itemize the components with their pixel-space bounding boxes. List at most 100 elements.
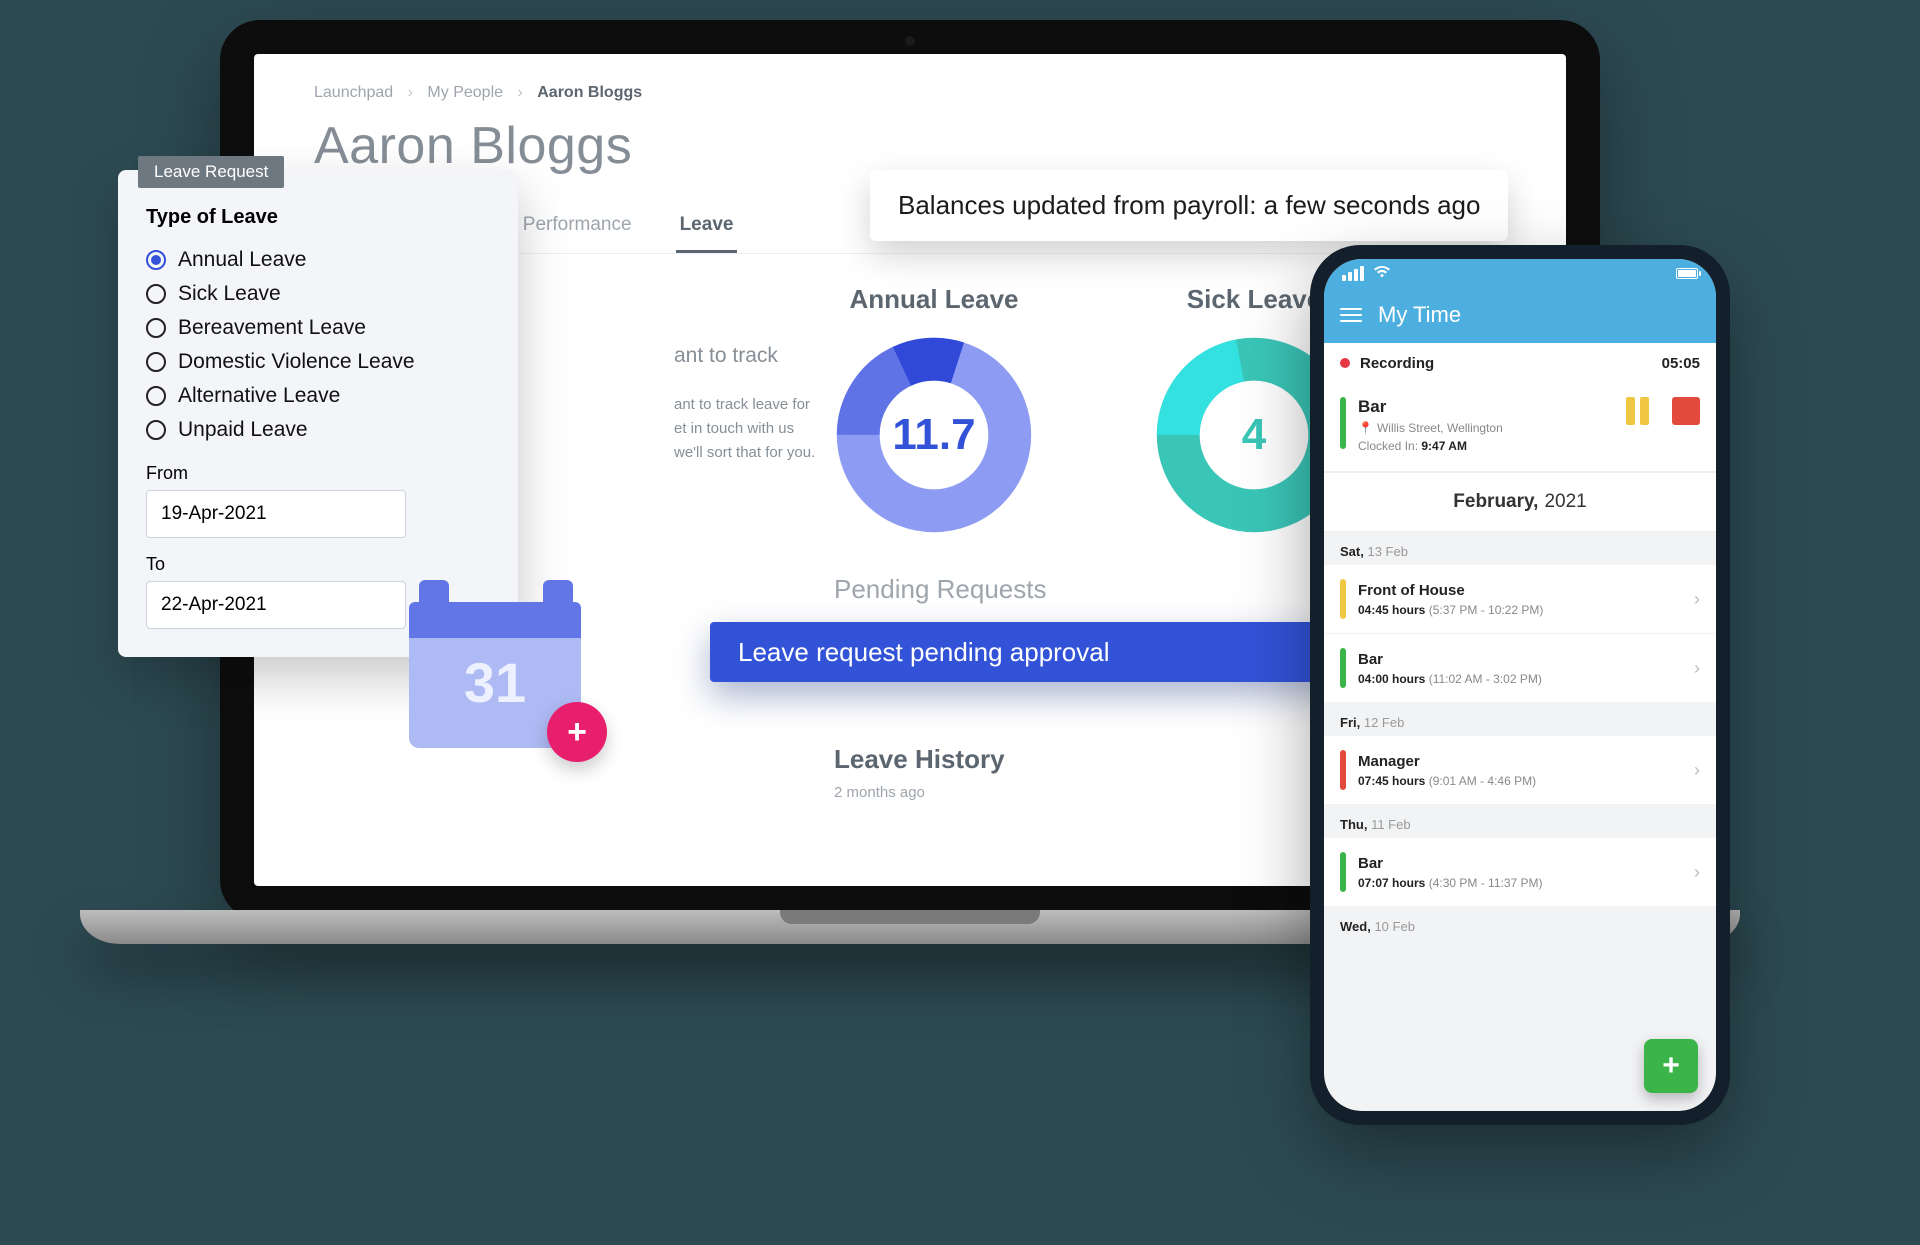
from-label: From — [146, 463, 490, 484]
chevron-right-icon: › — [1694, 589, 1700, 610]
breadcrumb-current: Aaron Bloggs — [537, 84, 642, 101]
entry-range: (5:37 PM - 10:22 PM) — [1429, 603, 1544, 617]
recording-time: 05:05 — [1662, 355, 1700, 372]
wifi-icon — [1374, 266, 1390, 281]
color-bar — [1340, 648, 1346, 688]
active-shift-location: Willis Street, Wellington — [1377, 421, 1503, 435]
radio-icon — [146, 386, 166, 406]
entry-name: Bar — [1358, 855, 1682, 872]
entry-hours: 04:45 hours — [1358, 603, 1425, 617]
entry-hours: 07:45 hours — [1358, 774, 1425, 788]
pause-button[interactable] — [1626, 397, 1654, 425]
day-label: Fri, 12 Feb — [1324, 703, 1716, 736]
color-bar — [1340, 750, 1346, 790]
color-bar — [1340, 852, 1346, 892]
year-label: 2021 — [1544, 491, 1586, 513]
menu-button[interactable] — [1340, 308, 1362, 322]
month-header[interactable]: February, 2021 — [1324, 472, 1716, 532]
phone-mockup: My Time Recording 05:05 Bar 📍 Willis Stre… — [1310, 245, 1730, 1125]
option-label: Unpaid Leave — [178, 418, 308, 442]
add-entry-button[interactable]: + — [1644, 1039, 1698, 1093]
time-entry[interactable]: Bar 04:00 hours (11:02 AM - 3:02 PM) › — [1324, 634, 1716, 703]
tab-leave[interactable]: Leave — [676, 204, 738, 253]
entry-name: Manager — [1358, 753, 1682, 770]
option-unpaid-leave[interactable]: Unpaid Leave — [146, 413, 490, 447]
signal-icon — [1342, 266, 1364, 281]
annual-leave-chart: Annual Leave 11.7 — [834, 284, 1034, 535]
app-bar: My Time — [1324, 287, 1716, 343]
option-alternative-leave[interactable]: Alternative Leave — [146, 379, 490, 413]
time-entry[interactable]: Front of House 04:45 hours (5:37 PM - 10:… — [1324, 565, 1716, 634]
option-label: Alternative Leave — [178, 384, 340, 408]
breadcrumb[interactable]: Launchpad › My People › Aaron Bloggs — [314, 84, 1506, 102]
option-annual-leave[interactable]: Annual Leave — [146, 243, 490, 277]
time-entry[interactable]: Manager07:45 hours (9:01 AM - 4:46 PM)› — [1324, 736, 1716, 805]
tab-performance[interactable]: Performance — [519, 204, 636, 253]
option-label: Bereavement Leave — [178, 316, 366, 340]
chevron-right-icon: › — [1694, 862, 1700, 883]
leave-request-title: Leave Request — [138, 156, 284, 188]
radio-icon — [146, 420, 166, 440]
record-icon — [1340, 358, 1350, 368]
entry-name: Front of House — [1358, 582, 1682, 599]
radio-icon — [146, 318, 166, 338]
option-label: Domestic Violence Leave — [178, 350, 415, 374]
chevron-right-icon: › — [517, 84, 522, 101]
leave-balances: Annual Leave 11.7 Sick Leave — [834, 284, 1354, 535]
month-label: February, — [1453, 491, 1538, 513]
time-entry[interactable]: Bar 07:07 hours (4:30 PM - 11:37 PM) › — [1324, 838, 1716, 907]
pending-requests-heading: Pending Requests — [834, 574, 1046, 605]
donut-chart: 11.7 — [834, 335, 1034, 535]
chevron-right-icon: › — [1694, 760, 1700, 781]
entry-range: (11:02 AM - 3:02 PM) — [1429, 672, 1542, 686]
chart-value: 4 — [1242, 410, 1266, 460]
entry-hours: 04:00 hours — [1358, 672, 1425, 686]
color-bar — [1340, 579, 1346, 619]
app-title: My Time — [1378, 302, 1461, 328]
recording-label: Recording — [1360, 355, 1434, 372]
breadcrumb-root[interactable]: Launchpad — [314, 84, 393, 101]
option-bereavement-leave[interactable]: Bereavement Leave — [146, 311, 490, 345]
entry-name: Bar — [1358, 651, 1682, 668]
leave-history-sub: 2 months ago — [834, 784, 925, 801]
option-label: Annual Leave — [178, 248, 306, 272]
recording-bar: Recording 05:05 — [1324, 343, 1716, 383]
calendar-day: 31 — [464, 650, 526, 748]
leave-history-heading: Leave History — [834, 744, 1005, 775]
clocked-in-time: 9:47 AM — [1421, 439, 1467, 453]
chart-label: Annual Leave — [834, 284, 1034, 315]
from-date-input[interactable] — [146, 490, 406, 538]
option-label: Sick Leave — [178, 282, 281, 306]
plus-icon: + — [567, 713, 587, 752]
entry-hours: 07:07 hours — [1358, 876, 1425, 890]
calendar-header — [409, 602, 581, 638]
radio-icon — [146, 284, 166, 304]
plus-icon: + — [1662, 1049, 1680, 1083]
pending-approval-banner[interactable]: Leave request pending approval — [710, 622, 1330, 682]
time-entries-list: Sat, 13 Feb Front of House 04:45 hours (5:… — [1324, 532, 1716, 940]
chart-value: 11.7 — [892, 410, 975, 460]
day-label: Sat, 13 Feb — [1324, 532, 1716, 565]
option-sick-leave[interactable]: Sick Leave — [146, 277, 490, 311]
mobile-app: My Time Recording 05:05 Bar 📍 Willis Stre… — [1324, 259, 1716, 1111]
radio-icon — [146, 352, 166, 372]
active-shift-card: Bar 📍 Willis Street, Wellington Clocked I… — [1324, 383, 1716, 472]
page-title: Aaron Bloggs — [314, 116, 1506, 176]
breadcrumb-mid[interactable]: My People — [427, 84, 503, 101]
active-shift-name: Bar — [1358, 397, 1614, 417]
chevron-right-icon: › — [408, 84, 413, 101]
battery-icon — [1676, 268, 1698, 279]
balances-banner: Balances updated from payroll: a few sec… — [870, 170, 1508, 241]
chevron-right-icon: › — [1694, 658, 1700, 679]
calendar-sticker: 31 + — [395, 570, 595, 750]
to-date-input[interactable] — [146, 581, 406, 629]
status-bar — [1324, 259, 1716, 287]
stop-button[interactable] — [1672, 397, 1700, 425]
clocked-in-label: Clocked In: — [1358, 439, 1418, 453]
entry-range: (4:30 PM - 11:37 PM) — [1429, 876, 1543, 890]
option-domestic-violence-leave[interactable]: Domestic Violence Leave — [146, 345, 490, 379]
color-bar — [1340, 397, 1346, 449]
add-leave-button[interactable]: + — [547, 702, 607, 762]
radio-selected-icon — [146, 250, 166, 270]
pin-icon: 📍 — [1358, 421, 1373, 435]
